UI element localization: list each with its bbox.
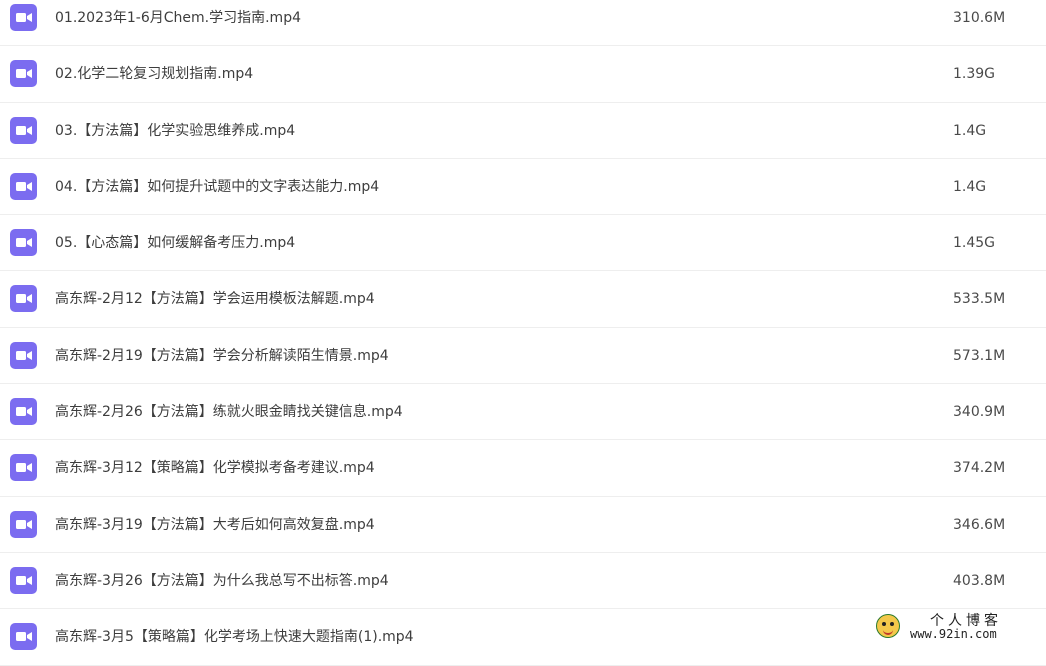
video-file-icon: [10, 454, 37, 482]
file-name: 03.【方法篇】化学实验思维养成.mp4: [55, 122, 296, 139]
file-name: 高东辉-3月12【策略篇】化学模拟考备考建议.mp4: [55, 460, 375, 477]
file-row[interactable]: 高东辉-3月26【方法篇】为什么我总写不出标答.mp4 403.8M: [0, 553, 1046, 610]
file-name: 高东辉-3月19【方法篇】大考后如何高效复盘.mp4: [55, 516, 375, 533]
file-name: 01.2023年1-6月Chem.学习指南.mp4: [55, 10, 301, 26]
file-row[interactable]: 高东辉-3月12【策略篇】化学模拟考备考建议.mp4 374.2M: [0, 440, 1046, 497]
file-size: 346.6M: [953, 516, 1006, 533]
video-file-icon: [10, 116, 37, 144]
video-file-icon: [10, 285, 37, 313]
file-size: 1.4G: [953, 122, 987, 139]
video-file-icon: [10, 623, 37, 651]
file-row[interactable]: 02.化学二轮复习规划指南.mp4 1.39G: [0, 46, 1046, 103]
smiley-avatar-icon: [876, 614, 900, 638]
video-file-icon: [10, 4, 37, 31]
file-name: 高东辉-3月5【策略篇】化学考场上快速大题指南(1).mp4: [55, 629, 414, 646]
file-size: 403.8M: [953, 572, 1006, 589]
file-size: 310.6M: [953, 10, 1006, 26]
video-file-icon: [10, 398, 37, 426]
file-size: 340.9M: [953, 404, 1006, 421]
video-file-icon: [10, 566, 37, 594]
file-row[interactable]: 03.【方法篇】化学实验思维养成.mp4 1.4G: [0, 103, 1046, 159]
video-file-icon: [10, 60, 37, 88]
file-row[interactable]: 高东辉-2月12【方法篇】学会运用模板法解题.mp4 533.5M: [0, 271, 1046, 328]
blog-watermark: 个人博客 www.92in.com: [872, 610, 1042, 644]
file-name: 高东辉-2月12【方法篇】学会运用模板法解题.mp4: [55, 291, 375, 308]
file-size: 1.4G: [953, 178, 987, 195]
file-name: 高东辉-3月26【方法篇】为什么我总写不出标答.mp4: [55, 572, 389, 589]
video-file-icon: [10, 510, 37, 538]
file-size: 1.45G: [953, 235, 996, 252]
watermark-url: www.92in.com: [910, 627, 997, 641]
file-name: 04.【方法篇】如何提升试题中的文字表达能力.mp4: [55, 178, 380, 195]
file-row[interactable]: 高东辉-3月19【方法篇】大考后如何高效复盘.mp4 346.6M: [0, 497, 1046, 553]
video-file-icon: [10, 229, 37, 257]
file-name: 高东辉-2月26【方法篇】练就火眼金睛找关键信息.mp4: [55, 404, 403, 421]
file-name: 02.化学二轮复习规划指南.mp4: [55, 66, 254, 83]
file-name: 05.【心态篇】如何缓解备考压力.mp4: [55, 235, 296, 252]
file-row[interactable]: 05.【心态篇】如何缓解备考压力.mp4 1.45G: [0, 215, 1046, 272]
file-size: 573.1M: [953, 347, 1006, 364]
video-file-icon: [10, 172, 37, 200]
file-size: 533.5M: [953, 291, 1006, 308]
file-row[interactable]: 04.【方法篇】如何提升试题中的文字表达能力.mp4 1.4G: [0, 159, 1046, 216]
file-row[interactable]: 高东辉-2月19【方法篇】学会分析解读陌生情景.mp4 573.1M: [0, 328, 1046, 385]
video-file-icon: [10, 341, 37, 369]
file-size: 374.2M: [953, 460, 1006, 477]
file-name: 高东辉-2月19【方法篇】学会分析解读陌生情景.mp4: [55, 347, 389, 364]
file-row[interactable]: 高东辉-2月26【方法篇】练就火眼金睛找关键信息.mp4 340.9M: [0, 384, 1046, 441]
file-row[interactable]: 01.2023年1-6月Chem.学习指南.mp4 310.6M: [0, 0, 1046, 47]
file-size: 1.39G: [953, 66, 996, 83]
file-list: 01.2023年1-6月Chem.学习指南.mp4 310.6M 02.化学二轮…: [0, 0, 1046, 666]
